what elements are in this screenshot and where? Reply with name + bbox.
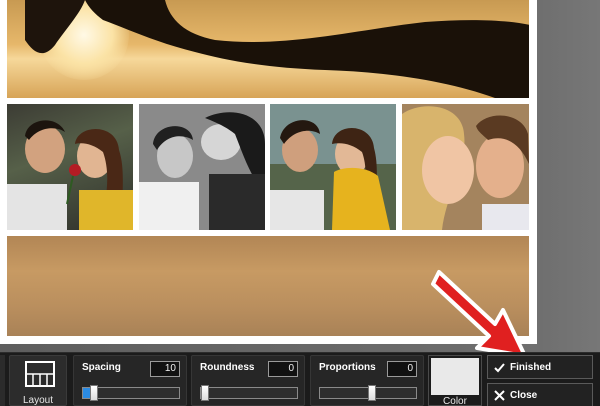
- proportions-slider-thumb[interactable]: [368, 385, 376, 401]
- couple-bw-image: [139, 104, 265, 230]
- roundness-slider-thumb[interactable]: [201, 385, 209, 401]
- spacing-panel: Spacing 10: [73, 355, 187, 406]
- close-button[interactable]: Close: [487, 383, 593, 406]
- roundness-slider[interactable]: [200, 385, 298, 401]
- hands-silhouette: [25, 0, 529, 98]
- proportions-slider-fill: [320, 388, 368, 398]
- color-swatch: [431, 358, 479, 395]
- proportions-value-field[interactable]: 0: [387, 361, 417, 377]
- x-icon: [494, 390, 505, 401]
- roundness-panel: Roundness 0: [191, 355, 305, 406]
- grid-layout-icon: [25, 361, 55, 387]
- color-label: Color: [443, 396, 467, 406]
- spacing-slider-fill: [83, 388, 90, 398]
- collage-photo-couple-bw[interactable]: [139, 104, 265, 230]
- toolbar-edge: [0, 355, 5, 406]
- couple-rose-image: [7, 120, 133, 230]
- collage-photo-sunset-hands[interactable]: [7, 0, 529, 98]
- close-label: Close: [510, 390, 538, 401]
- red-arrow-icon: [431, 270, 527, 358]
- collage-photo-couple-rose[interactable]: [7, 104, 133, 230]
- collage-photo-couple-park[interactable]: [270, 104, 396, 230]
- roundness-label: Roundness: [200, 362, 255, 373]
- roundness-value-field[interactable]: 0: [268, 361, 298, 377]
- proportions-slider[interactable]: [319, 385, 417, 401]
- spacing-slider-thumb[interactable]: [89, 385, 98, 401]
- spacing-label: Spacing: [82, 362, 121, 373]
- couple-smile-image: [402, 104, 529, 230]
- layout-label: Layout: [22, 395, 54, 406]
- spacing-slider[interactable]: [82, 385, 180, 401]
- proportions-panel: Proportions 0: [310, 355, 424, 406]
- proportions-label: Proportions: [319, 362, 376, 373]
- finished-label: Finished: [510, 362, 552, 373]
- layout-button[interactable]: Layout: [9, 355, 67, 406]
- finished-button[interactable]: Finished: [487, 355, 593, 379]
- color-button[interactable]: Color: [428, 355, 482, 406]
- couple-park-image: [270, 104, 396, 230]
- checkmark-icon: [494, 363, 505, 373]
- spacing-value-field[interactable]: 10: [150, 361, 180, 377]
- collage-photo-couple-smile[interactable]: [402, 104, 529, 230]
